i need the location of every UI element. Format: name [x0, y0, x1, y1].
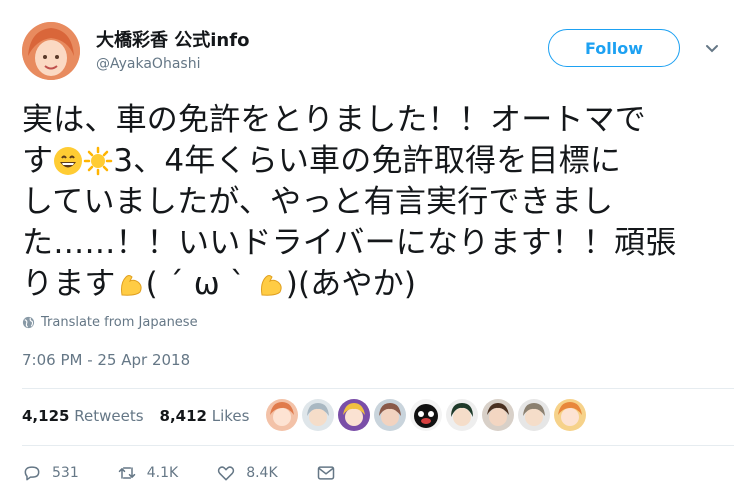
tweet-stats: 4,125 Retweets 8,412 Likes	[22, 407, 249, 425]
tweet-timestamp[interactable]: 7:06 PM - 25 Apr 2018	[22, 351, 190, 369]
likes-stat[interactable]: 8,412 Likes	[160, 407, 250, 425]
liker-avatar[interactable]	[410, 399, 442, 431]
retweet-count: 4.1K	[146, 465, 179, 481]
liker-avatar[interactable]	[482, 399, 514, 431]
sun-emoji-icon	[83, 146, 113, 176]
likers-avatars	[266, 399, 586, 431]
globe-icon	[22, 316, 35, 329]
retweets-count: 4,125	[22, 407, 70, 425]
liker-avatar[interactable]	[302, 399, 334, 431]
reply-count: 531	[52, 465, 79, 481]
follow-button[interactable]: Follow	[548, 29, 680, 67]
divider	[22, 388, 734, 389]
reply-icon	[24, 466, 40, 481]
tweet-line-text: 3、4年くらい車の免許取得を目標に	[113, 143, 622, 179]
liker-avatar[interactable]	[338, 399, 370, 431]
author-avatar[interactable]	[22, 22, 80, 80]
retweet-button[interactable]: 4.1K	[117, 463, 178, 483]
author-handle[interactable]: @AyakaOhashi	[96, 56, 200, 72]
liker-avatar[interactable]	[554, 399, 586, 431]
message-icon	[317, 466, 334, 480]
flexed-biceps-emoji-icon	[260, 275, 282, 296]
tweet-actions: 531 4.1K 8.4K	[22, 463, 374, 483]
like-count: 8.4K	[246, 465, 278, 481]
reply-button[interactable]: 531	[22, 463, 79, 483]
liker-avatar[interactable]	[266, 399, 298, 431]
tweet-text: 実は、車の免許をとりました！！オートマで す 3、4年くらい車の免許取得を目標に…	[22, 100, 734, 305]
tweet-line: た……！！いいドライバーになります！！頑張	[22, 225, 677, 261]
tweet-line: す 3、4年くらい車の免許取得を目標に	[22, 141, 734, 182]
tweet-line-text: )(あやか)	[285, 266, 417, 302]
grinning-emoji-icon	[54, 147, 83, 175]
tweet-line-text: ります	[22, 266, 116, 302]
author-display-name[interactable]: 大橋彩香 公式info	[96, 26, 249, 52]
tweet-line: 実は、車の免許をとりました！！オートマで	[22, 102, 646, 138]
liker-avatar[interactable]	[446, 399, 478, 431]
liker-avatar[interactable]	[374, 399, 406, 431]
liker-avatar[interactable]	[518, 399, 550, 431]
retweet-icon	[118, 467, 135, 479]
retweets-stat[interactable]: 4,125 Retweets	[22, 407, 144, 425]
tweet-line: していましたが、やっと有言実行できまし	[22, 184, 614, 220]
translate-label: Translate from Japanese	[41, 315, 198, 330]
tweet-line: ります ( ˊ ω ˋ )(あやか)	[22, 264, 734, 305]
retweets-label: Retweets	[74, 407, 144, 425]
tweet-line-text: ( ˊ ω ˋ	[145, 266, 256, 302]
likes-count: 8,412	[159, 407, 207, 425]
translate-link[interactable]: Translate from Japanese	[22, 315, 198, 330]
flexed-biceps-emoji-icon	[120, 275, 142, 296]
like-button[interactable]: 8.4K	[216, 463, 278, 483]
tweet-line-text: す	[22, 143, 54, 179]
like-icon	[218, 466, 235, 481]
caret-down-icon[interactable]	[704, 40, 720, 56]
divider	[22, 445, 734, 446]
likes-label: Likes	[211, 407, 250, 425]
direct-message-button[interactable]	[316, 463, 336, 483]
